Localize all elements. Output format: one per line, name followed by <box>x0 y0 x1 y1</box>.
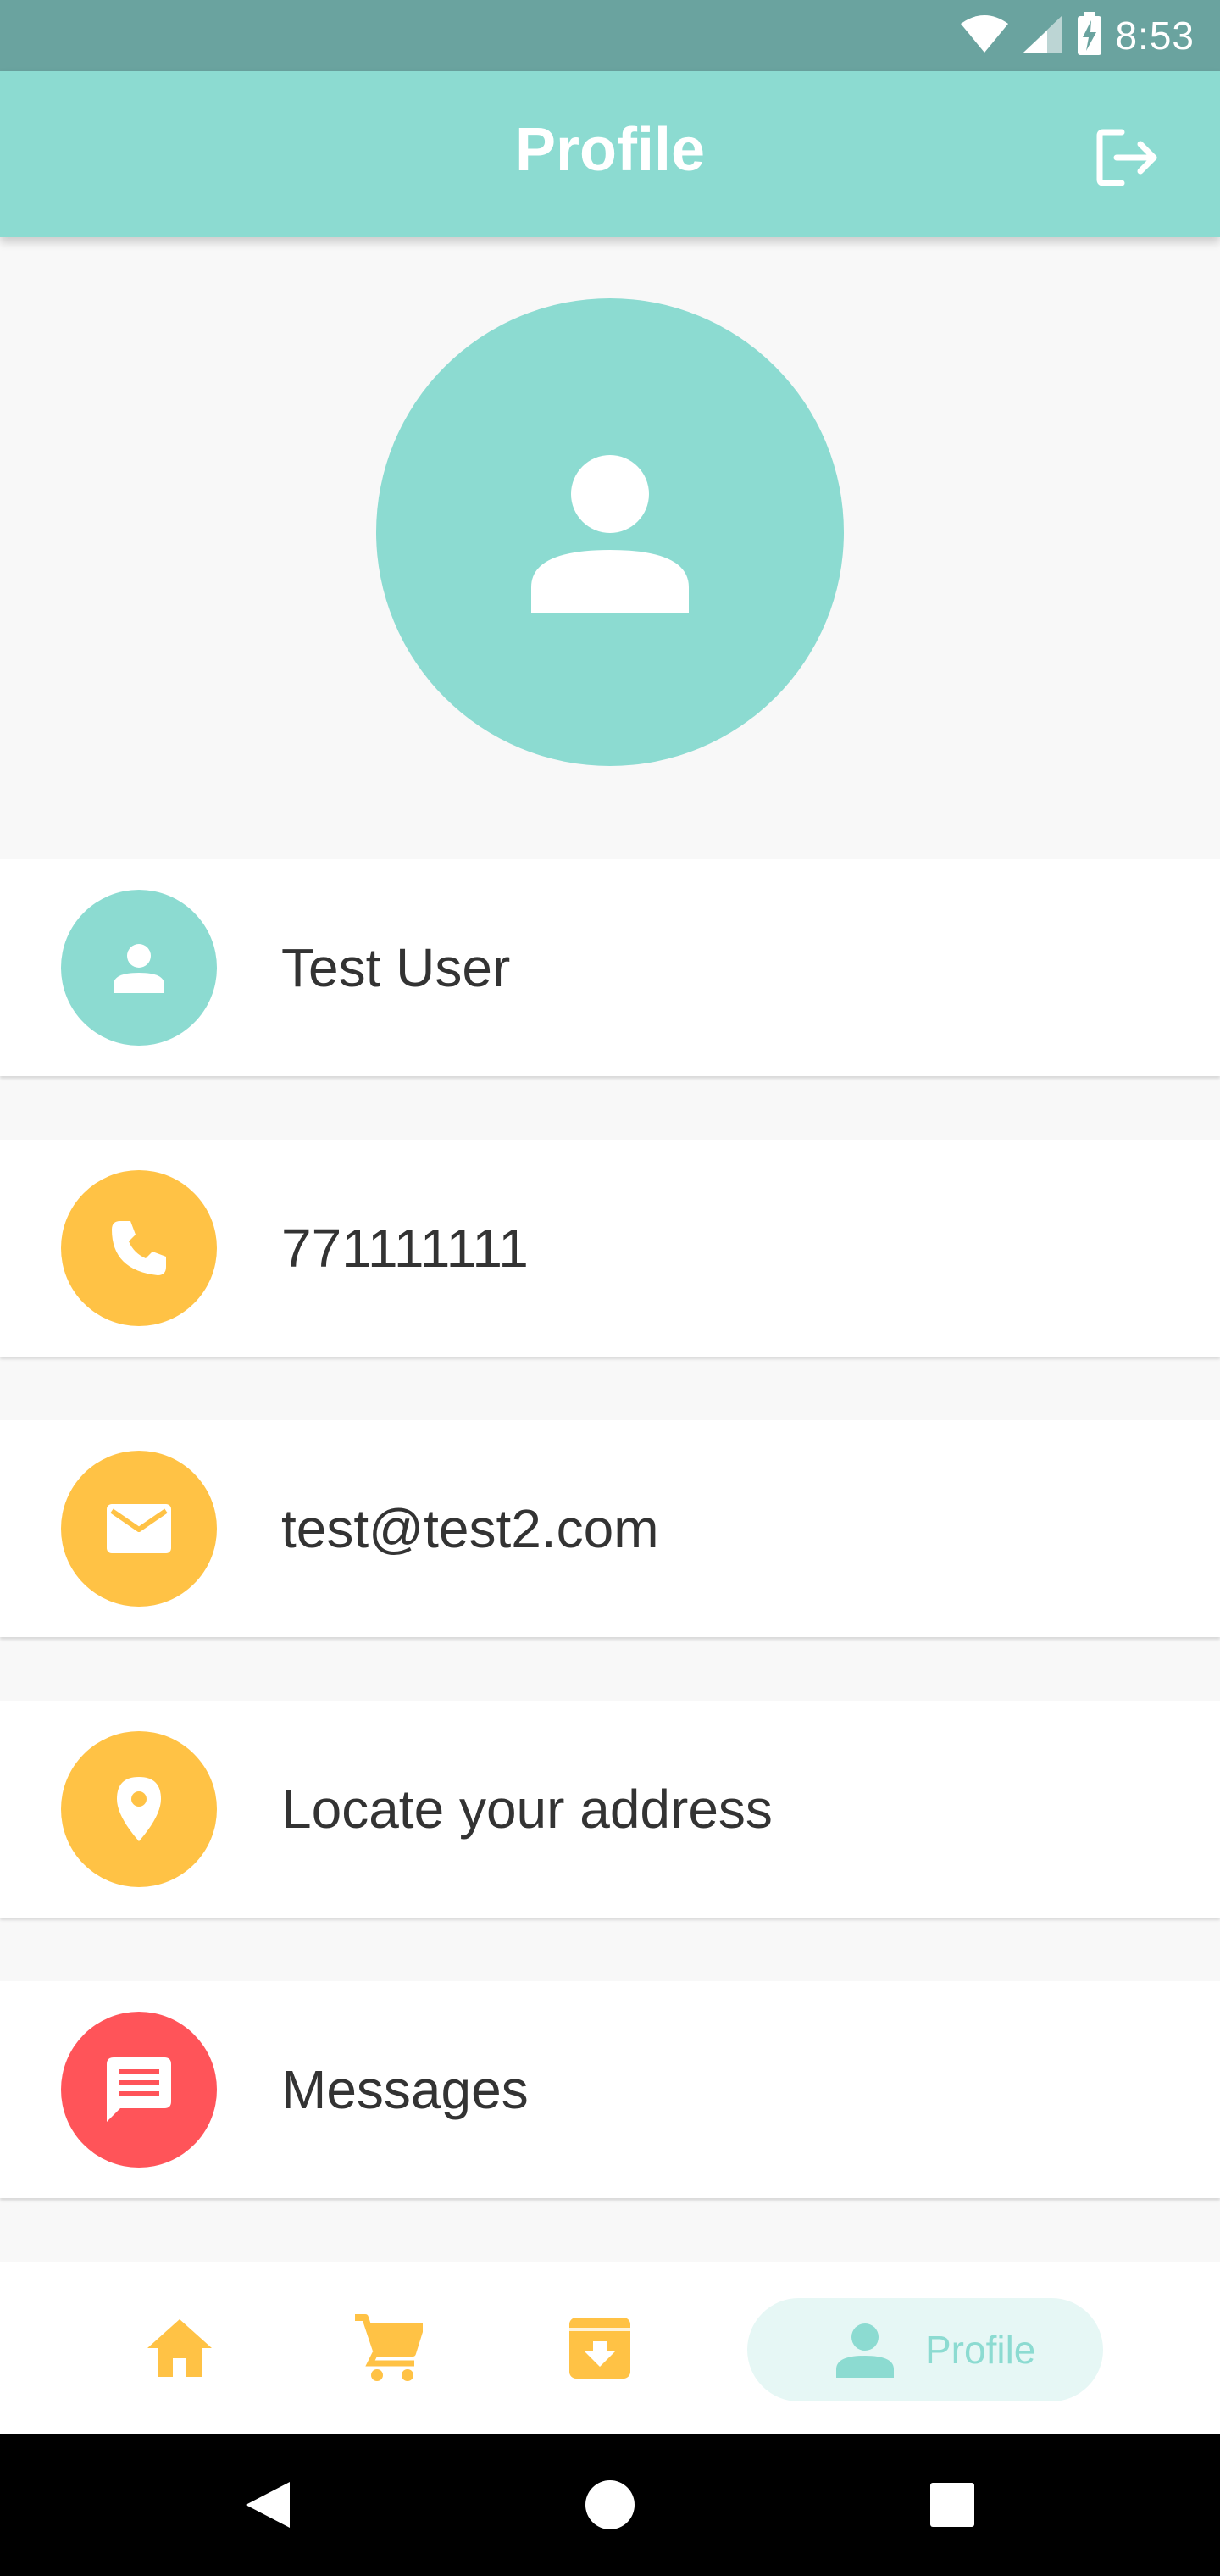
status-icons: 8:53 <box>959 11 1195 60</box>
battery-charging-icon <box>1076 11 1103 60</box>
location-pin-icon <box>117 1777 161 1841</box>
status-time: 8:53 <box>1115 14 1195 58</box>
nav-profile[interactable]: Profile <box>747 2298 1103 2401</box>
nav-profile-label: Profile <box>925 2328 1036 2372</box>
logout-button[interactable] <box>1095 124 1162 192</box>
profile-messages: Messages <box>281 2059 529 2120</box>
profile-name-row[interactable]: Test User <box>0 859 1220 1076</box>
back-icon <box>246 2482 290 2528</box>
bottom-nav: Profile <box>0 2262 1220 2434</box>
nav-cart[interactable] <box>344 2304 432 2392</box>
cart-icon <box>355 2314 423 2381</box>
app-bar: Profile <box>0 71 1220 237</box>
home-icon <box>147 2319 212 2377</box>
profile-name: Test User <box>281 937 511 998</box>
recents-button[interactable] <box>918 2471 986 2539</box>
profile-messages-row[interactable]: Messages <box>0 1981 1220 2198</box>
mail-icon <box>107 1504 171 1553</box>
chat-icon-circle <box>61 2012 217 2168</box>
location-icon-circle <box>61 1731 217 1887</box>
mail-icon-circle <box>61 1451 217 1607</box>
name-icon-circle <box>61 890 217 1046</box>
recents-icon <box>930 2483 974 2527</box>
phone-icon <box>112 1221 166 1275</box>
person-icon <box>830 2315 900 2384</box>
status-bar: 8:53 <box>0 0 1220 71</box>
profile-address: Locate your address <box>281 1779 773 1840</box>
profile-email-row[interactable]: test@test2.com <box>0 1420 1220 1637</box>
phone-icon-circle <box>61 1170 217 1326</box>
home-circle-icon <box>585 2480 635 2529</box>
person-icon <box>531 455 689 613</box>
profile-avatar[interactable] <box>376 298 844 766</box>
archive-icon <box>569 2318 630 2379</box>
logout-icon <box>1096 129 1157 186</box>
back-button[interactable] <box>234 2471 302 2539</box>
profile-phone: 771111111 <box>281 1218 529 1279</box>
profile-phone-row[interactable]: 771111111 <box>0 1140 1220 1357</box>
page-title: Profile <box>514 116 706 184</box>
profile-address-row[interactable]: Locate your address <box>0 1701 1220 1918</box>
signal-icon <box>1022 14 1064 58</box>
nav-archive[interactable] <box>556 2304 644 2392</box>
person-icon <box>114 944 164 993</box>
chat-icon <box>107 2057 171 2122</box>
profile-email: test@test2.com <box>281 1498 659 1559</box>
system-nav-bar <box>0 2434 1220 2576</box>
home-button[interactable] <box>576 2471 644 2539</box>
nav-home[interactable] <box>136 2304 224 2392</box>
wifi-icon <box>959 14 1010 58</box>
